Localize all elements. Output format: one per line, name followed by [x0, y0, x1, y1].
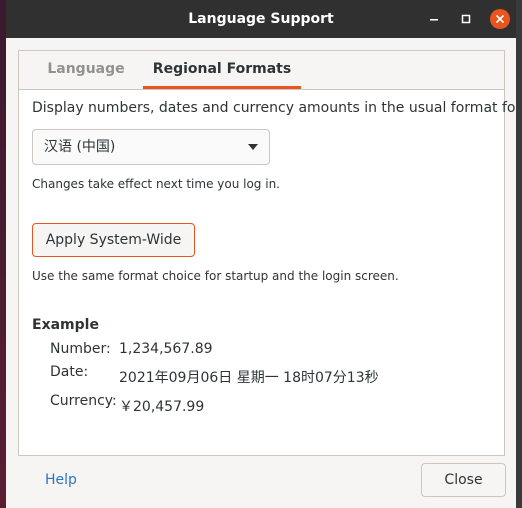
tab-regional-formats[interactable]: Regional Formats [143, 51, 301, 89]
minimize-button[interactable] [424, 9, 444, 29]
tab-bar: Language Regional Formats [19, 51, 504, 90]
help-link[interactable]: Help [45, 472, 77, 488]
format-select[interactable]: 汉语 (中国) [32, 129, 270, 165]
apply-note: Use the same format choice for startup a… [32, 269, 399, 283]
title-bar[interactable]: Language Support [6, 0, 516, 38]
maximize-icon [461, 14, 471, 24]
date-label: Date: [50, 364, 89, 380]
number-label: Number: [50, 341, 111, 357]
apply-system-wide-button[interactable]: Apply System-Wide [32, 223, 195, 257]
tab-panel: Language Regional Formats Display number… [18, 50, 516, 456]
currency-value: ￥20,457.99 [119, 399, 205, 415]
tab-language[interactable]: Language [29, 51, 143, 89]
format-select-value: 汉语 (中国) [44, 139, 116, 155]
currency-label: Currency: [50, 393, 117, 409]
dropdown-arrow-icon [248, 144, 258, 150]
example-heading: Example [32, 317, 99, 333]
format-description: Display numbers, dates and currency amou… [32, 100, 516, 116]
minimize-icon [430, 19, 438, 21]
date-value: 2021年09月06日 星期一 18时07分13秒 [119, 370, 379, 386]
language-support-window: Language Support Language Regional Forma… [6, 0, 516, 508]
close-icon [490, 9, 510, 29]
desktop-background-right [516, 0, 522, 508]
close-button[interactable]: Close [421, 463, 506, 497]
maximize-button[interactable] [456, 9, 476, 29]
close-window-button[interactable] [490, 9, 510, 29]
number-value: 1,234,567.89 [119, 341, 213, 357]
change-note: Changes take effect next time you log in… [32, 177, 280, 191]
